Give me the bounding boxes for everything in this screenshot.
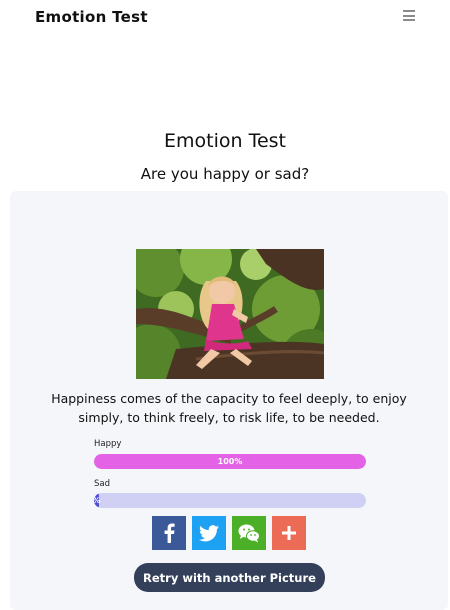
happiness-quote: Happiness comes of the capacity to feel … [51, 391, 407, 425]
page-title: Emotion Test [164, 130, 286, 152]
page-subtitle: Are you happy or sad? [140, 165, 310, 183]
result-card: Happiness comes of the capacity to feel … [10, 191, 448, 610]
happy-progress-bar: 100% [94, 454, 366, 469]
wechat-icon [238, 524, 260, 542]
share-buttons [152, 516, 306, 550]
sad-percent-text: % [94, 496, 101, 505]
happy-label: Happy [94, 439, 122, 449]
plus-icon [282, 526, 296, 540]
hamburger-icon[interactable] [403, 10, 417, 23]
brand-logo[interactable]: Emotion Test [35, 8, 148, 26]
sad-progress-fill: % [94, 493, 101, 508]
retry-button[interactable]: Retry with another Picture [134, 563, 325, 592]
sad-progress-bar: % [94, 493, 366, 508]
twitter-share-button[interactable] [192, 516, 226, 550]
photo-girl-in-tree-icon [136, 249, 324, 379]
twitter-icon [199, 524, 219, 541]
wechat-share-button[interactable] [232, 516, 266, 550]
more-share-button[interactable] [272, 516, 306, 550]
happy-percent-text: 100% [217, 457, 243, 466]
facebook-icon [164, 523, 175, 543]
facebook-share-button[interactable] [152, 516, 186, 550]
happy-progress-fill: 100% [94, 454, 366, 469]
navbar: Emotion Test [0, 0, 450, 36]
sad-label: Sad [94, 479, 110, 489]
result-photo [136, 249, 324, 379]
